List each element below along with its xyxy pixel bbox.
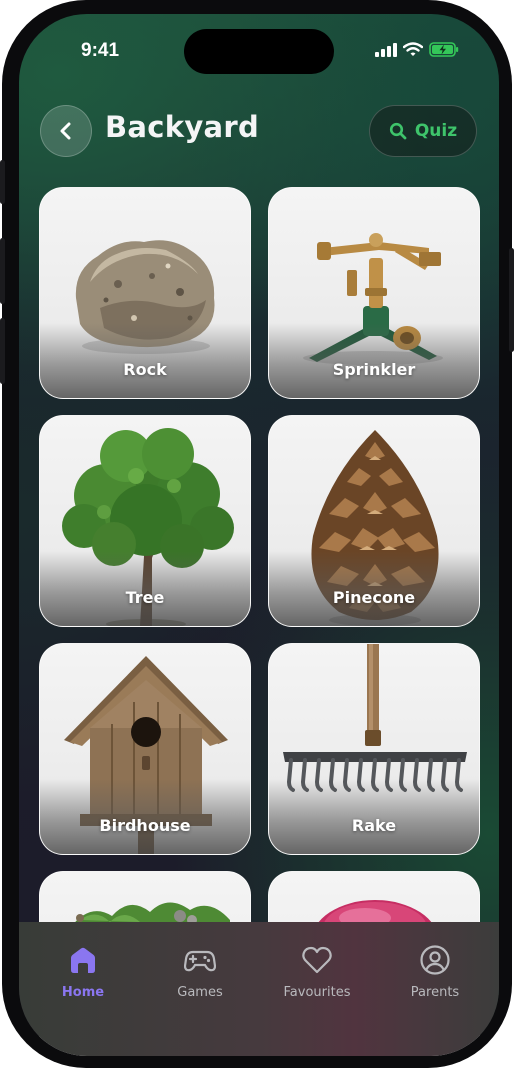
cellular-signal-icon: [375, 42, 397, 57]
phone-frame: 9:41 Backyard Quiz Rock Sprinkler Tree P…: [0, 0, 514, 1068]
nav-tab-favourites[interactable]: Favourites: [262, 944, 372, 1000]
item-label: Rake: [351, 816, 397, 835]
header: Backyard Quiz: [19, 104, 499, 157]
nav-label-games: Games: [177, 985, 223, 1000]
user-circle-icon: [420, 945, 450, 975]
action-button: [0, 160, 5, 204]
item-label: Tree: [125, 588, 165, 607]
item-card-tree[interactable]: Tree: [39, 415, 251, 627]
status-bar: 9:41: [19, 14, 499, 84]
volume-down-button: [0, 318, 5, 384]
item-card-birdhouse[interactable]: Birdhouse: [39, 643, 251, 855]
nav-label-home: Home: [61, 985, 105, 1000]
bottom-nav: Home Games Favourites Parents: [19, 922, 499, 1056]
gamepad-icon: [184, 950, 216, 972]
nav-tab-games[interactable]: Games: [145, 944, 255, 1000]
search-icon: [389, 122, 407, 140]
page-title: Backyard: [105, 110, 260, 144]
dynamic-island: [184, 29, 334, 74]
status-time: 9:41: [81, 40, 120, 61]
quiz-label: Quiz: [414, 121, 458, 141]
item-card-pinecone[interactable]: Pinecone: [268, 415, 480, 627]
nav-label-favourites: Favourites: [283, 985, 351, 1000]
wifi-icon: [403, 42, 423, 56]
item-label: Pinecone: [332, 588, 416, 607]
back-button[interactable]: [40, 105, 92, 157]
home-icon: [71, 947, 95, 973]
item-label: Birdhouse: [99, 816, 191, 835]
item-card-rake[interactable]: Rake: [268, 643, 480, 855]
item-label: Rock: [123, 360, 167, 379]
nav-tab-home[interactable]: Home: [28, 944, 138, 1000]
quiz-button[interactable]: Quiz: [369, 105, 477, 157]
nav-tab-parents[interactable]: Parents: [380, 944, 490, 1000]
app-screen: 9:41 Backyard Quiz Rock Sprinkler Tree P…: [19, 14, 499, 1056]
battery-charging-icon: [429, 42, 459, 57]
item-card-rock[interactable]: Rock: [39, 187, 251, 399]
item-label: Sprinkler: [332, 360, 416, 379]
chevron-left-icon: [60, 122, 71, 140]
status-icons: [375, 42, 459, 57]
nav-label-parents: Parents: [410, 985, 460, 1000]
heart-icon: [302, 946, 332, 974]
volume-up-button: [0, 238, 5, 304]
item-card-sprinkler[interactable]: Sprinkler: [268, 187, 480, 399]
power-button: [509, 248, 514, 352]
